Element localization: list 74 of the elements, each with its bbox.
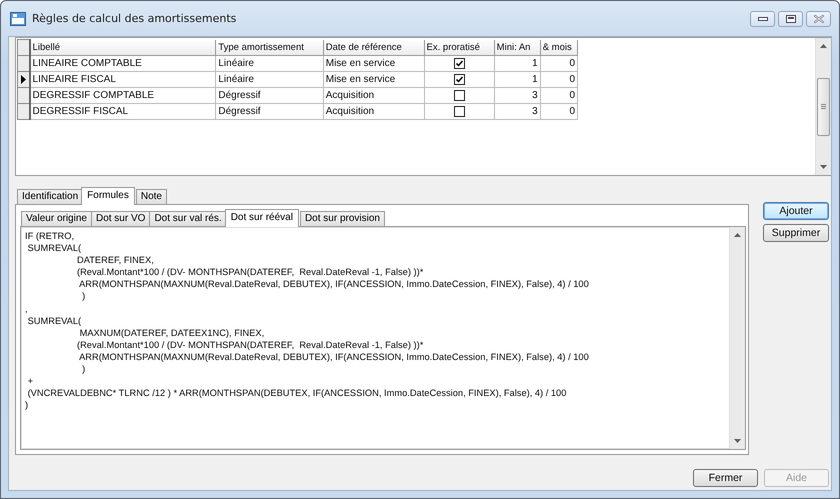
tab[interactable]: Dot sur VO <box>90 211 150 226</box>
code-line: IF (RETRO, <box>25 230 76 242</box>
table-cell: 0 <box>540 88 578 104</box>
table-cell: DEGRESSIF FISCAL <box>30 104 216 120</box>
checkbox[interactable] <box>454 58 465 69</box>
checkbox[interactable] <box>454 90 465 101</box>
table-cell: Mise en service <box>323 56 424 72</box>
code-line: ARR(MONTHSPAN(MAXNUM(Reval.DateReval, DEBUTEX), IF(ANCESSION, Immo.DateCession, FINEX), False), 4) / 100 <box>78 350 590 364</box>
column-header[interactable]: Mini: An <box>494 40 540 56</box>
app-icon <box>10 12 26 26</box>
code-line: ) <box>81 290 86 303</box>
code-line: ) <box>81 363 86 376</box>
tab[interactable]: Identification <box>17 189 84 204</box>
maximize-icon <box>786 14 796 22</box>
close-button[interactable] <box>806 10 831 26</box>
tab[interactable]: Formules <box>81 187 135 205</box>
code-line: SUMREVAL( <box>26 242 82 254</box>
table-cell: Mise en service <box>323 72 424 88</box>
checkbox[interactable] <box>454 74 465 85</box>
scroll-down-icon[interactable] <box>820 165 827 169</box>
scrollbar[interactable] <box>815 38 831 175</box>
table-cell: 0 <box>540 72 578 88</box>
code-line: , <box>25 302 29 315</box>
column-header[interactable]: Date de référence <box>323 40 424 56</box>
button[interactable]: Fermer <box>693 469 758 487</box>
table-cell: 3 <box>494 88 540 104</box>
tab[interactable]: Dot sur provision <box>300 211 385 226</box>
scrollbar[interactable] <box>729 227 745 449</box>
code-line: (Reval.Montant*100 / (DV- MONTHSPAN(DATEREF, Reval.DateReval -1, False) ))* <box>76 338 424 351</box>
table-cell: 0 <box>540 56 578 72</box>
table-cell: 1 <box>494 72 540 88</box>
table-cell: Linéaire <box>216 56 324 72</box>
minimize-button[interactable] <box>750 10 775 26</box>
tab[interactable]: Note <box>136 189 167 204</box>
checkbox[interactable] <box>454 106 465 117</box>
grip-icon <box>821 104 826 110</box>
table-cell: Linéaire <box>216 72 324 88</box>
maximize-button[interactable] <box>778 10 803 26</box>
table-cell: 3 <box>494 104 540 120</box>
close-icon <box>814 14 824 22</box>
scroll-up-icon[interactable] <box>734 233 741 237</box>
table-cell: 1 <box>494 56 540 72</box>
code-line: ARR(MONTHSPAN(MAXNUM(Reval.DateReval, DEBUTEX), IF(ANCESSION, Immo.DateCession, FINEX), False), 4) / 100 <box>78 278 590 290</box>
table-cell: LINEAIRE FISCAL <box>30 72 216 88</box>
tab[interactable]: Dot sur val rés. <box>149 211 227 226</box>
scroll-up-icon[interactable] <box>820 44 827 48</box>
table-cell: Dégressif <box>216 88 324 104</box>
current-row-icon <box>20 75 26 84</box>
tab[interactable]: Dot sur rééval <box>224 209 299 227</box>
code-line: DATEREF, FINEX, <box>76 254 155 266</box>
table-cell: Dégressif <box>216 104 324 120</box>
table-cell: LINEAIRE COMPTABLE <box>30 56 216 72</box>
table-cell: DEGRESSIF COMPTABLE <box>30 88 216 104</box>
code-line: ) <box>25 399 30 412</box>
button[interactable]: Ajouter <box>763 202 829 220</box>
column-header[interactable]: Ex. proratisé <box>424 40 494 56</box>
button[interactable]: Supprimer <box>763 224 829 242</box>
window-title: Règles de calcul des amortissements <box>32 12 236 25</box>
tab[interactable]: Valeur origine <box>21 211 92 226</box>
code-line: + <box>26 375 34 388</box>
scroll-down-icon[interactable] <box>734 439 741 443</box>
column-header[interactable]: Libellé <box>30 40 216 56</box>
code-line: (Reval.Montant*100 / (DV- MONTHSPAN(DATEREF, Reval.DateReval -1, False) ))* <box>76 266 424 278</box>
row-header[interactable] <box>18 72 30 88</box>
table-cell: Acquisition <box>323 104 424 120</box>
scroll-thumb[interactable] <box>817 78 830 136</box>
code-line: (VNCREVALDEBNC* TLRNC /12 ) * ARR(MONTHSPAN(DEBUTEX, IF(ANCESSION, Immo.DateCession, FINEX), False), 4) / 100 <box>26 387 568 400</box>
table-cell: Acquisition <box>323 88 424 104</box>
code-line: MAXNUM(DATEREF, DATEEX1NC), FINEX, <box>78 326 266 339</box>
minimize-icon <box>758 16 768 20</box>
table-cell: 0 <box>540 104 578 120</box>
code-line: SUMREVAL( <box>26 314 82 327</box>
column-header[interactable]: Type amortissement <box>216 40 324 56</box>
column-header[interactable]: & mois <box>540 40 578 56</box>
